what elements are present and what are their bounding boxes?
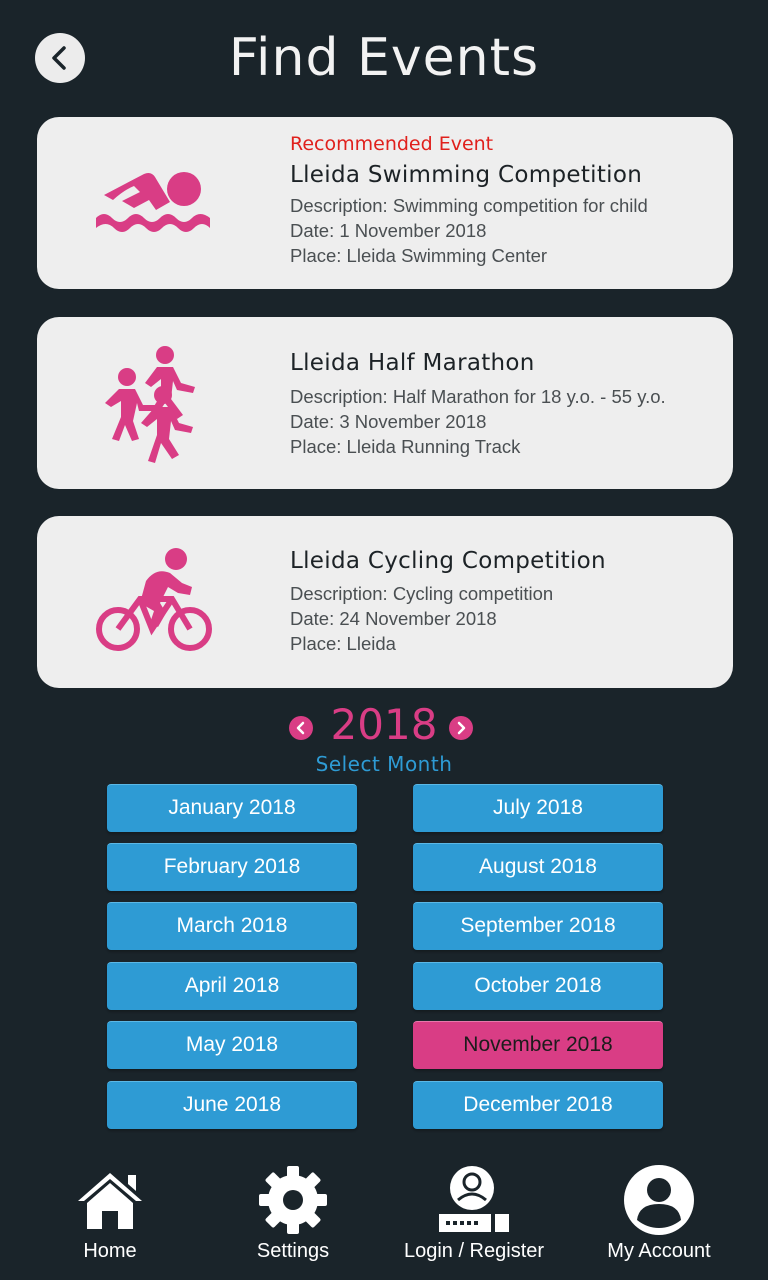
event-place: Place: Lleida (290, 633, 396, 654)
nav-settings-label: Settings (256, 1240, 330, 1262)
next-year-button[interactable] (449, 716, 473, 740)
recommended-badge: Recommended Event (290, 133, 494, 155)
event-place: Place: Lleida Running Track (290, 436, 521, 457)
gear-icon (198, 1165, 388, 1235)
month-button-february[interactable]: February 2018 (107, 843, 357, 891)
month-button-november[interactable]: November 2018 (413, 1021, 663, 1069)
nav-login-register[interactable]: Login / Register (379, 1160, 569, 1270)
account-icon (564, 1165, 754, 1235)
nav-home-label: Home (83, 1240, 137, 1262)
event-card-swimming[interactable]: Recommended Event Lleida Swimming Compet… (37, 117, 733, 289)
event-date: Date: 24 November 2018 (290, 608, 497, 629)
month-button-january[interactable]: January 2018 (107, 784, 357, 832)
event-description: Description: Cycling competition (290, 583, 554, 604)
running-icon (89, 339, 219, 467)
year-selector: 2018 (0, 700, 768, 756)
month-button-april[interactable]: April 2018 (107, 962, 357, 1010)
month-button-july[interactable]: July 2018 (413, 784, 663, 832)
page-title: Find Events (228, 28, 540, 88)
month-button-march[interactable]: March 2018 (107, 902, 357, 950)
header: Find Events (0, 0, 768, 116)
event-description: Description: Swimming competition for ch… (290, 195, 648, 216)
month-button-september[interactable]: September 2018 (413, 902, 663, 950)
event-title: Lleida Half Marathon (290, 350, 535, 376)
nav-my-account-label: My Account (607, 1240, 711, 1262)
year-label: 2018 (330, 700, 438, 749)
cycling-icon (89, 538, 219, 666)
month-button-october[interactable]: October 2018 (413, 962, 663, 1010)
swimming-icon (89, 139, 219, 267)
nav-home[interactable]: Home (15, 1160, 205, 1270)
select-month-label: Select Month (315, 752, 453, 776)
month-button-december[interactable]: December 2018 (413, 1081, 663, 1129)
event-card-marathon[interactable]: Lleida Half Marathon Description: Half M… (37, 317, 733, 489)
chevron-right-icon (457, 721, 466, 735)
event-description: Description: Half Marathon for 18 y.o. -… (290, 386, 666, 407)
event-card-cycling[interactable]: Lleida Cycling Competition Description: … (37, 516, 733, 688)
nav-login-label: Login / Register (403, 1240, 545, 1262)
event-title: Lleida Swimming Competition (290, 162, 643, 188)
month-button-august[interactable]: August 2018 (413, 843, 663, 891)
nav-settings[interactable]: Settings (198, 1160, 388, 1270)
event-title: Lleida Cycling Competition (290, 548, 606, 574)
bottom-nav: Home Settings Login / Register My Accoun… (0, 1160, 768, 1280)
event-date: Date: 1 November 2018 (290, 220, 487, 241)
month-button-june[interactable]: June 2018 (107, 1081, 357, 1129)
event-place: Place: Lleida Swimming Center (290, 245, 548, 266)
nav-my-account[interactable]: My Account (564, 1160, 754, 1270)
month-button-may[interactable]: May 2018 (107, 1021, 357, 1069)
home-icon (15, 1165, 205, 1235)
event-date: Date: 3 November 2018 (290, 411, 487, 432)
login-icon (379, 1165, 569, 1235)
